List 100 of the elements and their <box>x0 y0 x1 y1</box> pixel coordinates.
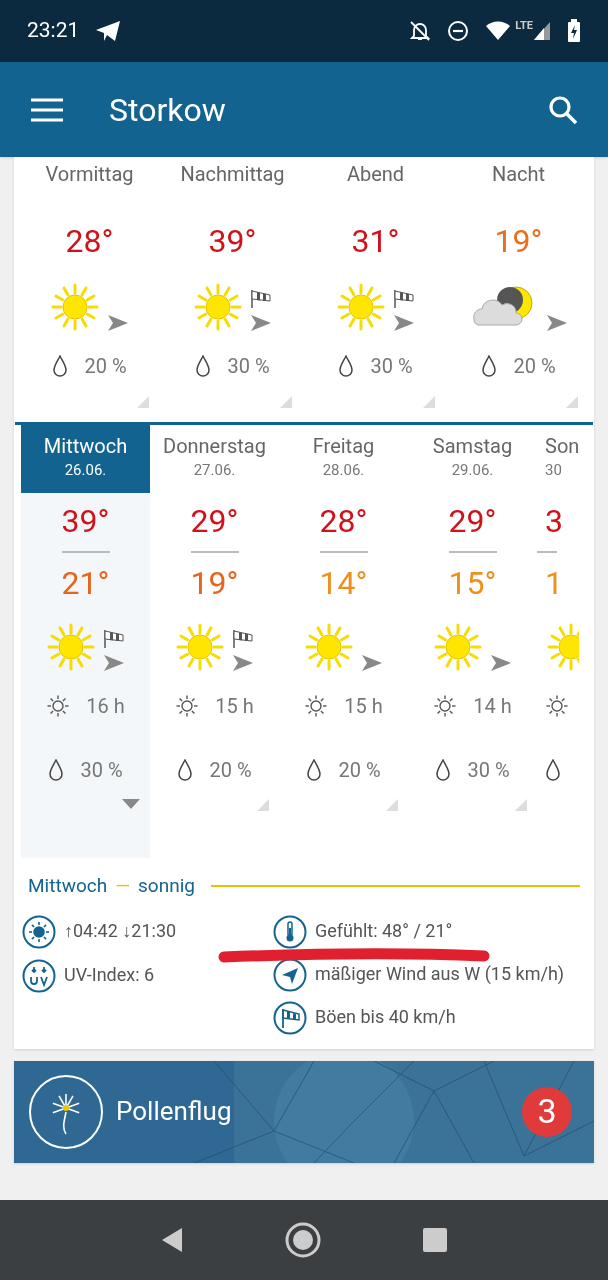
day-column[interactable]: Donnerstag 27.06. 29° 19° 15 h 20 % <box>150 425 279 858</box>
recents-icon[interactable] <box>422 1227 448 1253</box>
raindrop-icon <box>177 759 194 781</box>
rain-chance: 20 % <box>209 757 252 784</box>
high-temperature: 29° <box>190 501 239 541</box>
windsock-icon <box>392 289 415 309</box>
sunshine-icon <box>175 694 200 718</box>
paper-plane-icon <box>95 20 122 42</box>
day-part-label: Nacht <box>491 161 546 188</box>
search-icon[interactable] <box>548 94 578 125</box>
day-column[interactable]: Mittwoch 26.06. 39° 21° 16 h 30 % <box>21 425 150 858</box>
sunshine-hours: 16 h <box>86 693 125 720</box>
wind-arrow-icon <box>391 313 416 333</box>
day-part-label: Vormittag <box>45 161 134 188</box>
day-tab[interactable]: Mittwoch 26.06. <box>21 425 150 493</box>
wind-direction-icon <box>273 957 307 992</box>
rain-chance: 30 % <box>370 353 413 380</box>
temperature: 39° <box>208 221 257 262</box>
sunshine-icon <box>46 694 71 718</box>
windsock-icon <box>231 629 254 649</box>
rain-chance: 30 % <box>80 757 123 784</box>
low-temperature: 19° <box>190 563 239 603</box>
windsock-icon <box>273 1000 307 1035</box>
home-icon[interactable] <box>284 1221 322 1259</box>
day-tab[interactable]: Samstag 29.06. <box>408 425 537 493</box>
wind-arrow-icon <box>544 313 569 333</box>
thermometer-icon <box>273 914 307 949</box>
windsock-icon <box>249 289 272 309</box>
detail-text: ↑04:42 ↓21:30 <box>64 918 177 942</box>
raindrop-icon <box>306 759 323 781</box>
summary-condition: sonnig <box>138 873 195 899</box>
sunshine-hours: 15 h <box>215 693 254 720</box>
raindrop-icon <box>195 355 212 377</box>
expand-corner-icon[interactable] <box>137 396 149 408</box>
wind-arrow-icon <box>359 653 384 673</box>
wind-arrow-icon <box>105 313 130 333</box>
raindrop-icon <box>545 759 561 781</box>
rain-chance: 20 % <box>84 353 127 380</box>
raindrop-icon <box>338 355 355 377</box>
bell-off-icon <box>409 20 432 42</box>
pollen-title: Pollenflug <box>116 1095 232 1128</box>
day-column[interactable]: Samstag 29.06. 29° 15° 14 h 30 % <box>408 425 537 858</box>
expand-corner-icon[interactable] <box>386 799 398 811</box>
summary-separator: — <box>115 873 130 899</box>
back-icon[interactable] <box>160 1227 184 1253</box>
expand-corner-icon[interactable] <box>423 396 435 408</box>
detail-text: Gefühlt: 48° / 21° <box>315 918 453 942</box>
rain-chance: 30 % <box>227 353 270 380</box>
sun-icon <box>545 621 579 673</box>
do-not-disturb-icon <box>447 20 470 42</box>
day-tab[interactable]: Freitag 28.06. <box>279 425 408 493</box>
uv-icon <box>22 958 56 993</box>
high-temperature: 29° <box>448 501 497 541</box>
sunshine-icon <box>433 694 458 718</box>
wind-arrow-icon <box>488 653 513 673</box>
temperature: 28° <box>65 221 114 262</box>
sunshine-icon <box>545 694 569 718</box>
wind-arrow-icon <box>248 313 273 333</box>
rain-chance: 20 % <box>513 353 556 380</box>
expand-corner-icon[interactable] <box>280 396 292 408</box>
day-part-label: Nachmittag <box>180 161 285 188</box>
pollen-banner[interactable]: Pollenflug 3 <box>14 1060 594 1163</box>
rain-chance: 20 % <box>338 757 381 784</box>
menu-icon[interactable] <box>30 97 64 122</box>
detail-text: Böen bis 40 km/h <box>315 1004 456 1028</box>
high-temperature: 39° <box>61 501 110 541</box>
wind-arrow-icon <box>101 653 126 673</box>
app-title: Storkow <box>109 89 226 131</box>
detail-text: mäßiger Wind aus W (15 km/h) <box>315 961 565 985</box>
caret-icon[interactable] <box>122 799 140 811</box>
network-label: LTE <box>515 20 533 31</box>
day-column[interactable]: Son 30 3 1 <box>537 425 581 858</box>
signal-icon <box>533 20 551 42</box>
expand-corner-icon[interactable] <box>566 396 578 408</box>
raindrop-icon <box>481 355 498 377</box>
status-time: 23:21 <box>27 17 80 45</box>
low-temperature: 14° <box>319 563 368 603</box>
sunshine-icon <box>304 694 329 718</box>
high-temperature: 3 <box>545 501 563 541</box>
dandelion-icon <box>28 1073 104 1150</box>
temperature: 31° <box>351 221 400 262</box>
day-column[interactable]: Freitag 28.06. 28° 14° 15 h 20 % <box>279 425 408 858</box>
sunshine-hours: 14 h <box>473 693 512 720</box>
raindrop-icon <box>52 355 69 377</box>
battery-charging-icon <box>567 19 581 43</box>
day-tab[interactable]: Son 30 <box>545 425 581 493</box>
wind-arrow-icon <box>230 653 255 673</box>
wifi-icon <box>485 21 512 41</box>
low-temperature: 21° <box>61 563 110 603</box>
expand-corner-icon[interactable] <box>257 799 269 811</box>
expand-corner-icon[interactable] <box>515 799 527 811</box>
low-temperature: 15° <box>448 563 497 603</box>
high-temperature: 28° <box>319 501 368 541</box>
day-tab[interactable]: Donnerstag 27.06. <box>150 425 279 493</box>
summary-day: Mittwoch <box>28 872 108 901</box>
raindrop-icon <box>435 759 452 781</box>
day-part-label: Abend <box>346 161 405 188</box>
raindrop-icon <box>48 759 65 781</box>
rain-chance: 30 % <box>467 757 510 784</box>
sun-icon <box>22 914 56 949</box>
